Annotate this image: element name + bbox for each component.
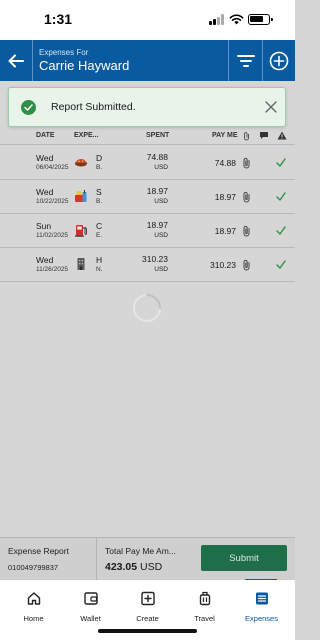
expense-date: 06/04/2025 (36, 164, 69, 171)
column-expense[interactable]: EXPE... (74, 132, 99, 139)
alert-column-icon (277, 131, 287, 140)
expense-pay-me-amount: 18.97 (214, 226, 236, 236)
expense-spent-currency: USD (154, 164, 168, 171)
tab-label: Create (136, 614, 159, 623)
expense-row[interactable]: Wed 10/22/2025 S B. 18.97 USD 18.97 (0, 180, 295, 214)
battery-icon (248, 14, 273, 25)
expense-pay-me-amount: 18.97 (214, 192, 236, 202)
paperclip-icon[interactable] (242, 191, 251, 203)
expense-row[interactable]: Wed 11/26/2025 H N. 310.23 USD 310.23 (0, 248, 295, 282)
hotel-icon (77, 258, 85, 270)
wallet-icon (83, 592, 98, 605)
tab-label: Expenses (245, 614, 278, 623)
tab-label: Travel (194, 614, 215, 623)
app-header: Expenses For Carrie Hayward (0, 40, 295, 81)
wifi-icon (229, 14, 244, 25)
fuel-icon (75, 225, 87, 237)
toast-message: Report Submitted. (51, 101, 136, 113)
expense-day: Wed (36, 153, 54, 163)
expense-type: D (96, 153, 103, 163)
tab-expenses[interactable]: Expenses (233, 580, 290, 628)
list-icon (255, 592, 268, 605)
header-title-block: Expenses For Carrie Hayward (39, 48, 129, 73)
total-label: Total Pay Me Am... (105, 546, 176, 556)
expense-date: 10/22/2025 (36, 198, 69, 205)
expense-row[interactable]: Sun 11/02/2025 C E. 18.97 USD 18.97 (0, 214, 295, 248)
plus-square-icon (140, 591, 155, 606)
report-info: Expense Report 010049799837 (0, 538, 97, 581)
expense-day: Wed (36, 255, 54, 265)
expense-type: H (96, 255, 103, 265)
expense-spent-currency: USD (154, 266, 168, 273)
total-amount: 423.05 (105, 561, 138, 573)
tab-label: Wallet (80, 614, 101, 623)
expense-type: C (96, 221, 103, 231)
back-button[interactable] (0, 40, 33, 81)
expense-spent-amount: 310.23 (142, 254, 168, 264)
sort-filter-button[interactable] (228, 40, 262, 81)
comment-column-icon (260, 132, 268, 139)
column-date[interactable]: DATE (36, 132, 55, 139)
checkmark-icon (276, 158, 286, 167)
expense-vendor: B. (96, 164, 103, 171)
expense-spent-amount: 18.97 (146, 220, 168, 230)
food-icon (75, 190, 87, 202)
checkmark-icon (276, 192, 286, 201)
paperclip-icon[interactable] (242, 157, 251, 169)
expense-spent-amount: 18.97 (146, 186, 168, 196)
status-bar: 1:31 (0, 0, 295, 40)
expense-spent-currency: USD (154, 198, 168, 205)
tab-wallet[interactable]: Wallet (62, 580, 119, 628)
expense-pay-me-amount: 74.88 (214, 158, 236, 168)
check-circle-icon (21, 100, 36, 115)
tab-travel[interactable]: Travel (176, 580, 233, 628)
column-spent[interactable]: SPENT (146, 132, 169, 139)
report-id: 010049799837 (8, 563, 59, 572)
submit-button[interactable]: Submit (201, 545, 287, 571)
luggage-icon (199, 591, 210, 606)
header-subtitle: Expenses For (39, 48, 89, 57)
paperclip-icon[interactable] (242, 225, 251, 237)
report-label: Expense Report (8, 546, 69, 556)
header-name: Carrie Hayward (39, 58, 130, 73)
total-currency: USD (140, 561, 163, 573)
report-summary-bar: Expense Report 010049799837 Total Pay Me… (0, 537, 295, 582)
home-icon (27, 592, 40, 605)
attachment-column-icon (244, 132, 249, 141)
expense-row[interactable]: Wed 06/04/2025 D B. 74.88 USD 74.88 (0, 146, 295, 180)
plus-circle-icon (269, 51, 289, 70)
tab-create[interactable]: Create (119, 580, 176, 628)
expense-vendor: N. (96, 266, 103, 273)
checkmark-icon (276, 260, 286, 269)
tab-label: Home (23, 614, 44, 623)
arrow-left-icon (8, 54, 24, 67)
checkmark-icon (276, 226, 286, 235)
expense-vendor: B. (96, 198, 103, 205)
expense-vendor: E. (96, 232, 103, 239)
paperclip-icon[interactable] (242, 259, 251, 271)
sort-icon (236, 54, 255, 67)
expense-date: 11/26/2025 (36, 266, 69, 273)
expense-spent-amount: 74.88 (146, 152, 168, 162)
tab-home[interactable]: Home (5, 580, 62, 628)
expense-day: Sun (36, 221, 52, 231)
loading-spinner-icon (133, 294, 161, 322)
success-toast: Report Submitted. (8, 87, 286, 127)
column-pay-me[interactable]: PAY ME (212, 132, 238, 139)
meal-icon (75, 159, 87, 167)
expense-spent-currency: USD (154, 232, 168, 239)
home-indicator (98, 629, 197, 633)
expense-list-header: DATE EXPE... SPENT PAY ME (0, 128, 295, 145)
expense-type: S (96, 187, 102, 197)
add-expense-button[interactable] (262, 40, 295, 81)
cellular-signal-icon (209, 14, 225, 25)
expense-day: Wed (36, 187, 54, 197)
close-icon[interactable] (264, 100, 278, 114)
expense-date: 11/02/2025 (36, 232, 69, 239)
total-value: 423.05 USD (105, 561, 162, 573)
status-time: 1:31 (44, 11, 73, 27)
expense-pay-me-amount: 310.23 (210, 260, 236, 270)
